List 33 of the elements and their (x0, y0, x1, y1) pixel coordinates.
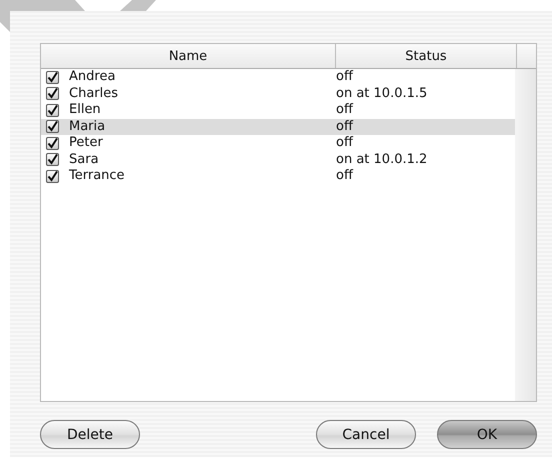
user-name: Ellen (69, 102, 101, 118)
user-status: on at 10.0.1.2 (336, 152, 428, 168)
checkbox[interactable] (46, 153, 59, 166)
table-row[interactable]: Sara on at 10.0.1.2 (41, 152, 515, 168)
user-status: off (336, 135, 354, 152)
checkbox[interactable] (46, 120, 59, 134)
user-name: Andrea (69, 69, 116, 86)
table-row[interactable]: Andrea off (41, 69, 515, 86)
ok-button[interactable]: OK (437, 420, 537, 449)
user-name: Maria (69, 118, 106, 135)
user-status: off (336, 69, 354, 86)
column-header[interactable]: Name (41, 44, 336, 68)
column-header[interactable]: Status (336, 44, 517, 68)
table-row[interactable]: Peter off (41, 135, 515, 152)
checkbox[interactable] (46, 136, 59, 150)
dialog-button[interactable]: Delete (40, 420, 140, 449)
user-name: Terrance (69, 168, 125, 184)
dialog-button[interactable]: Cancel (316, 420, 416, 449)
table-row[interactable]: Terrance off (41, 168, 515, 184)
checkbox[interactable] (46, 104, 59, 117)
table-row[interactable]: Ellen off (41, 102, 515, 118)
user-status: on at 10.0.1.5 (336, 86, 428, 102)
user-status: off (336, 118, 354, 135)
user-name: Peter (69, 135, 103, 152)
checkbox[interactable] (46, 87, 59, 100)
user-status: off (336, 102, 354, 118)
table-row[interactable]: Maria off (41, 118, 515, 135)
table-row[interactable]: Charles on at 10.0.1.5 (41, 86, 515, 102)
checkbox[interactable] (46, 70, 59, 84)
checkbox[interactable] (46, 170, 59, 183)
user-status: off (336, 168, 354, 184)
user-name: Charles (69, 86, 118, 102)
user-name: Sara (69, 152, 99, 168)
